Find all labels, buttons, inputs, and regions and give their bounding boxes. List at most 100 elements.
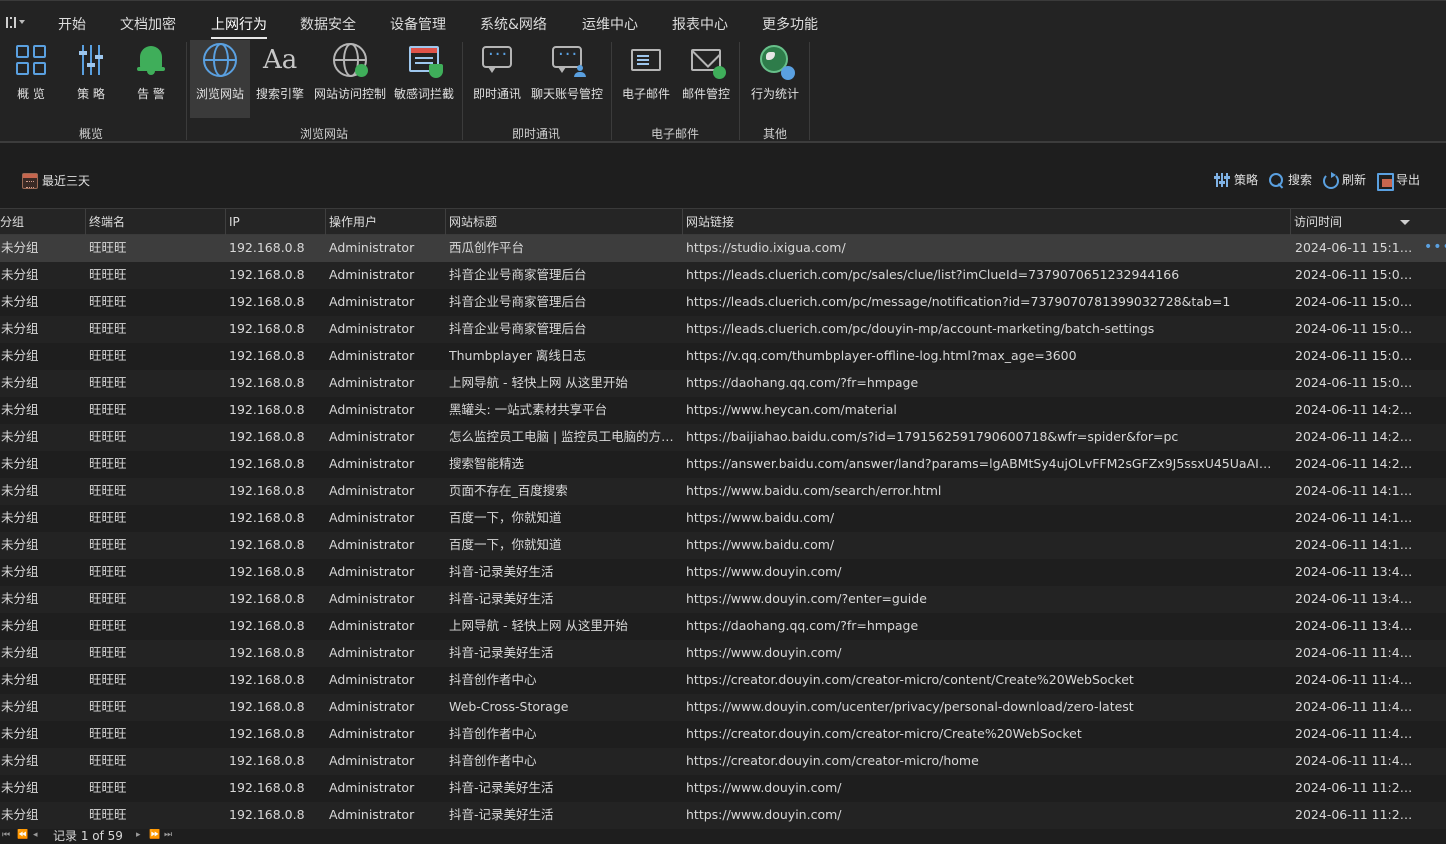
cell-visit-time: 2024-06-11 15:09:06 xyxy=(1295,294,1419,309)
menu-data-security[interactable]: 数据安全 xyxy=(300,14,356,34)
column-header-user[interactable]: 操作用户 xyxy=(325,209,445,235)
cell-terminal: 旺旺旺 xyxy=(89,726,127,741)
cell-title: Web-Cross-Storage xyxy=(449,699,569,714)
cell-title: 页面不存在_百度搜索 xyxy=(449,483,568,498)
cell-group: 未分组 xyxy=(1,267,39,282)
table-row[interactable]: 未分组 旺旺旺 192.168.0.8 Administrator 抖音创作者中心 htt… xyxy=(0,721,1446,748)
sensitive-word-block-button[interactable]: 敏感词拦截 xyxy=(392,40,456,118)
column-header-visit-time[interactable]: 访问时间 xyxy=(1290,209,1420,235)
cell-title: 上网导航 - 轻快上网 从这里开始 xyxy=(449,618,628,633)
cell-terminal: 旺旺旺 xyxy=(89,564,127,579)
menu-start[interactable]: 开始 xyxy=(58,14,86,34)
table-row[interactable]: 未分组 旺旺旺 192.168.0.8 Administrator 抖音-记录美好生活 h… xyxy=(0,586,1446,613)
cell-terminal: 旺旺旺 xyxy=(89,429,127,444)
policy-tool-button[interactable]: 策略 xyxy=(1214,171,1258,188)
cell-url: https://leads.cluerich.com/pc/douyin-mp/… xyxy=(686,321,1155,336)
behavior-stats-button[interactable]: 行为统计 xyxy=(746,40,804,118)
table-row[interactable]: 未分组 旺旺旺 192.168.0.8 Administrator 西瓜创作平台 http… xyxy=(0,235,1446,262)
prev-page-icon[interactable]: ◂ xyxy=(33,830,38,840)
column-header-title[interactable]: 网站标题 xyxy=(445,209,682,235)
menu-report-center[interactable]: 报表中心 xyxy=(672,14,728,34)
search-button[interactable]: 搜索 xyxy=(1268,171,1312,188)
group-separator xyxy=(462,42,463,140)
cell-url: https://creator.douyin.com/creator-micro… xyxy=(686,726,1082,741)
table-row[interactable]: 未分组 旺旺旺 192.168.0.8 Administrator 抖音-记录美好生活 h… xyxy=(0,775,1446,802)
cell-title: 抖音-记录美好生活 xyxy=(449,807,554,822)
date-range-button[interactable]: 最近三天 xyxy=(22,172,90,189)
pager: ⏮ ⏪ ◂ 记录 1 of 59 ▸ ⏩ ⏭ xyxy=(0,829,1446,844)
cell-group: 未分组 xyxy=(1,564,39,579)
app-menu-button[interactable] xyxy=(6,13,32,31)
mail-control-button[interactable]: 邮件管控 xyxy=(678,40,734,118)
row-more-options-icon[interactable]: ••• xyxy=(1424,235,1446,259)
table-row[interactable]: 未分组 旺旺旺 192.168.0.8 Administrator 抖音-记录美好生活 h… xyxy=(0,559,1446,586)
menu-doc-encryption[interactable]: 文档加密 xyxy=(120,14,176,34)
overview-button[interactable]: 概 览 xyxy=(6,40,56,118)
cell-url: https://leads.cluerich.com/pc/message/no… xyxy=(686,294,1231,309)
table-row[interactable]: 未分组 旺旺旺 192.168.0.8 Administrator 抖音-记录美好生活 h… xyxy=(0,802,1446,829)
table-row[interactable]: 未分组 旺旺旺 192.168.0.8 Administrator 上网导航 - 轻快上… xyxy=(0,370,1446,397)
cell-ip: 192.168.0.8 xyxy=(229,294,305,309)
column-header-url[interactable]: 网站链接 xyxy=(682,209,1290,235)
search-engine-button[interactable]: Aa 搜索引擎 xyxy=(252,40,308,118)
next-page-icon[interactable]: ▸ xyxy=(136,830,141,840)
cell-group: 未分组 xyxy=(1,402,39,417)
column-header-terminal[interactable]: 终端名 xyxy=(85,209,225,235)
browse-websites-button[interactable]: 浏览网站 xyxy=(190,40,250,118)
table-row[interactable]: 未分组 旺旺旺 192.168.0.8 Administrator 抖音创作者中心 htt… xyxy=(0,667,1446,694)
cell-visit-time: 2024-06-11 15:15:54 xyxy=(1295,240,1419,255)
export-button[interactable]: 导出 xyxy=(1376,171,1420,191)
menu-internet-behavior[interactable]: 上网行为 xyxy=(211,14,267,39)
menu-more-features[interactable]: 更多功能 xyxy=(762,14,818,34)
table-row[interactable]: 未分组 旺旺旺 192.168.0.8 Administrator 抖音企业号商家管理后… xyxy=(0,316,1446,343)
cell-title: 搜索智能精选 xyxy=(449,456,525,471)
cell-group: 未分组 xyxy=(1,618,39,633)
table-row[interactable]: 未分组 旺旺旺 192.168.0.8 Administrator 抖音企业号商家管理后… xyxy=(0,262,1446,289)
email-button[interactable]: 电子邮件 xyxy=(618,40,674,118)
table-row[interactable]: 未分组 旺旺旺 192.168.0.8 Administrator 抖音-记录美好生活 h… xyxy=(0,640,1446,667)
cell-visit-time: 2024-06-11 14:26:31 xyxy=(1295,402,1419,417)
cell-visit-time: 2024-06-11 11:43:55 xyxy=(1295,672,1419,687)
cell-ip: 192.168.0.8 xyxy=(229,591,305,606)
cell-group: 未分组 xyxy=(1,456,39,471)
policy-button[interactable]: 策 略 xyxy=(66,40,116,118)
menu-device-management[interactable]: 设备管理 xyxy=(390,14,446,34)
table-row[interactable]: 未分组 旺旺旺 192.168.0.8 Administrator Web-Cross-… xyxy=(0,694,1446,721)
chat-account-control-button[interactable]: 聊天账号管控 xyxy=(528,40,606,118)
table-row[interactable]: 未分组 旺旺旺 192.168.0.8 Administrator 抖音创作者中心 htt… xyxy=(0,748,1446,775)
website-access-control-button[interactable]: 网站访问控制 xyxy=(312,40,388,118)
cell-visit-time: 2024-06-11 14:19:52 xyxy=(1295,483,1419,498)
cell-terminal: 旺旺旺 xyxy=(89,375,127,390)
table-row[interactable]: 未分组 旺旺旺 192.168.0.8 Administrator 搜索智能精选 http… xyxy=(0,451,1446,478)
next-page-group-icon[interactable]: ⏩ xyxy=(149,830,160,840)
table-row[interactable]: 未分组 旺旺旺 192.168.0.8 Administrator 百度一下，你就知道 h… xyxy=(0,505,1446,532)
refresh-button[interactable]: 刷新 xyxy=(1322,171,1366,189)
alarm-button[interactable]: 告 警 xyxy=(126,40,176,118)
instant-messaging-button[interactable]: 即时通讯 xyxy=(470,40,524,118)
menu-system-network[interactable]: 系统&网络 xyxy=(480,14,547,34)
column-header-group[interactable]: 分组 xyxy=(0,209,85,235)
cell-url: https://leads.cluerich.com/pc/sales/clue… xyxy=(686,267,1180,282)
table-row[interactable]: 未分组 旺旺旺 192.168.0.8 Administrator 页面不存在_百度搜索… xyxy=(0,478,1446,505)
cell-visit-time: 2024-06-11 11:24:47 xyxy=(1295,780,1419,795)
cell-ip: 192.168.0.8 xyxy=(229,537,305,552)
last-page-icon[interactable]: ⏭ xyxy=(164,830,172,840)
cell-user: Administrator xyxy=(329,375,415,390)
menu-ops-center[interactable]: 运维中心 xyxy=(582,14,638,34)
menu-bar: 开始 文档加密 上网行为 数据安全 设备管理 系统&网络 运维中心 报表中心 更… xyxy=(0,0,1446,40)
cell-user: Administrator xyxy=(329,591,415,606)
cell-group: 未分组 xyxy=(1,645,39,660)
table-row[interactable]: 未分组 旺旺旺 192.168.0.8 Administrator Thumbplaye… xyxy=(0,343,1446,370)
table-row[interactable]: 未分组 旺旺旺 192.168.0.8 Administrator 百度一下，你就知道 h… xyxy=(0,532,1446,559)
cell-visit-time: 2024-06-11 14:20:24 xyxy=(1295,429,1419,444)
cell-terminal: 旺旺旺 xyxy=(89,780,127,795)
first-page-icon[interactable]: ⏮ xyxy=(2,830,10,840)
table-row[interactable]: 未分组 旺旺旺 192.168.0.8 Administrator 黑罐头: 一站式素材… xyxy=(0,397,1446,424)
table-row[interactable]: 未分组 旺旺旺 192.168.0.8 Administrator 抖音企业号商家管理后… xyxy=(0,289,1446,316)
cell-terminal: 旺旺旺 xyxy=(89,645,127,660)
table-row[interactable]: 未分组 旺旺旺 192.168.0.8 Administrator 怎么监控员工电脑 |… xyxy=(0,424,1446,451)
sort-descending-icon xyxy=(1400,220,1410,225)
prev-page-group-icon[interactable]: ⏪ xyxy=(17,830,28,840)
table-row[interactable]: 未分组 旺旺旺 192.168.0.8 Administrator 上网导航 - 轻快上… xyxy=(0,613,1446,640)
column-header-ip[interactable]: IP xyxy=(225,209,325,235)
